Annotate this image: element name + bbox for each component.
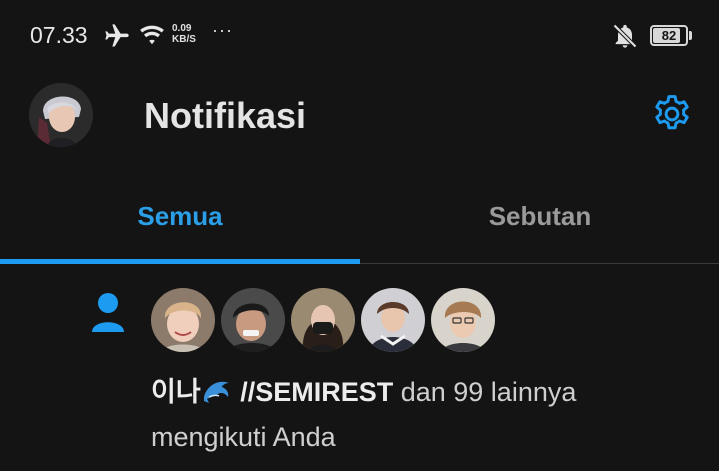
follower-avatar[interactable] [361, 288, 425, 352]
airplane-icon [105, 24, 129, 47]
follower-avatar[interactable] [221, 288, 285, 352]
gear-icon[interactable] [650, 92, 694, 136]
person-icon [92, 293, 124, 332]
network-speed: 0.09 KB/S [172, 23, 206, 45]
wifi-icon [140, 25, 164, 45]
more-notifications-icon: ··· [212, 20, 233, 40]
battery-tip [689, 31, 692, 40]
battery-level: 82 [661, 28, 677, 43]
network-speed-value: 0.09 [172, 23, 192, 34]
dolphin-icon [203, 381, 229, 403]
battery-icon: 82 [650, 25, 688, 46]
tab-all[interactable]: Semua [0, 170, 360, 262]
top-app-bar: Notifikasi [0, 70, 719, 165]
avatar-image [29, 83, 93, 147]
follower-name[interactable]: 이나 //SEMIREST [151, 377, 393, 407]
mute-icon [613, 24, 637, 48]
notification-item[interactable]: 이나 //SEMIREST dan 99 lainnya mengikuti A… [0, 264, 719, 471]
page-title: Notifikasi [144, 95, 307, 136]
follower-avatar[interactable] [291, 288, 355, 352]
status-time: 07.33 [30, 22, 88, 48]
follower-avatar[interactable] [431, 288, 495, 352]
tab-bar: Semua Sebutan [0, 170, 719, 264]
follower-name-prefix: 이나 [151, 377, 201, 407]
notification-text: 이나 //SEMIREST dan 99 lainnya mengikuti A… [151, 370, 691, 460]
network-speed-unit: KB/S [172, 34, 196, 45]
avatar[interactable] [29, 83, 93, 147]
tab-mentions[interactable]: Sebutan [360, 170, 719, 262]
status-bar: 07.33 0.09 KB/S ··· 82 [0, 0, 719, 70]
follower-name-suffix: //SEMIREST [232, 377, 394, 407]
follower-avatar[interactable] [151, 288, 215, 352]
